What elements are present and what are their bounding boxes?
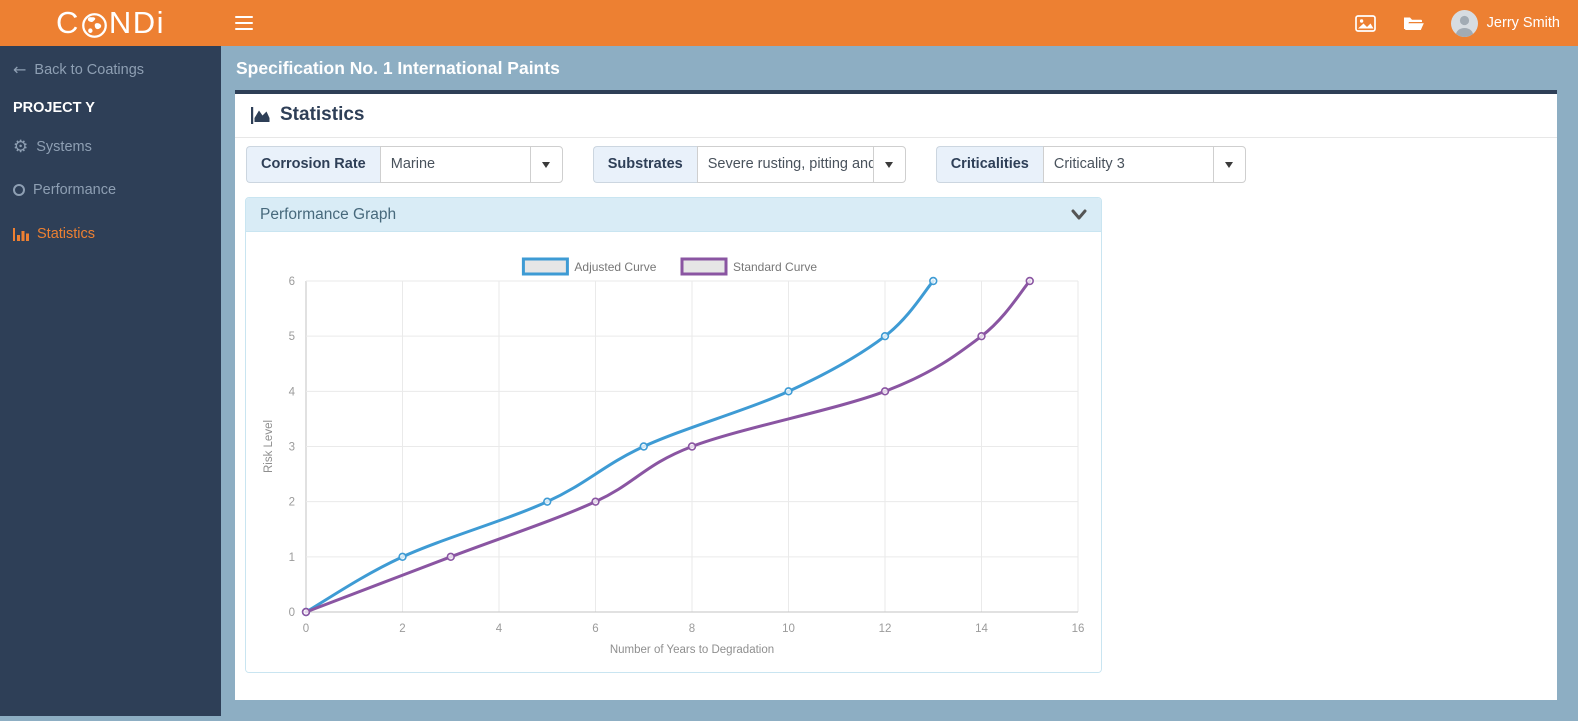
svg-text:16: 16 [1072,623,1085,635]
statistics-card: Statistics Corrosion Rate Marine Substra… [235,90,1557,700]
sidebar-item-label: Performance [33,182,117,198]
legend-item[interactable]: Standard Curve [680,257,817,276]
svg-text:6: 6 [592,623,598,635]
gear-icon: ⚙ [13,136,29,157]
performance-graph-panel: Performance Graph 0 2 4 6 8 10 12 14 16 0 1 2 3 4 5 6 Nu… [245,197,1102,673]
criticalities-select[interactable]: Criticality 3 [1042,146,1213,183]
svg-text:2: 2 [289,497,295,509]
svg-text:3: 3 [289,442,295,454]
svg-text:6: 6 [289,276,295,288]
svg-text:12: 12 [879,623,892,635]
svg-text:0: 0 [303,623,309,635]
logo-text-suffix: NDi [108,5,166,40]
performance-chart: 0 2 4 6 8 10 12 14 160123456Number of Years to D… [263,257,1085,656]
arrow-left-icon: ← [13,60,27,79]
sidebar-item-label: Statistics [37,226,96,242]
filter-label: Substrates [592,146,697,183]
filter-group-substrates: Substrates Severe rusting, pitting and c [592,146,906,183]
filter-group-corrosion-rate: Corrosion Rate Marine [246,146,563,183]
sidebar-item-systems[interactable]: ⚙ Systems [13,137,208,157]
sidebar-item-label: Systems [36,139,92,155]
app-root: C NDi Jerry Smith ← Back to Coatings PRO… [0,0,1578,721]
user-avatar [1450,9,1478,37]
main-content: Specification No. 1 International Paints… [221,46,1578,721]
bar-chart-icon [13,227,29,242]
svg-text:Adjusted Curve: Adjusted Curve [574,260,656,274]
filter-group-criticalities: Criticalities Criticality 3 [935,146,1246,183]
person-icon [1455,15,1474,37]
user-name: Jerry Smith [1486,15,1560,31]
back-to-coatings-link[interactable]: ← Back to Coatings [13,60,208,80]
svg-text:Risk Level: Risk Level [263,420,275,473]
svg-text:4: 4 [496,623,503,635]
back-link-label: Back to Coatings [34,62,145,78]
logo-text-prefix: C [55,5,80,40]
dropdown-button[interactable] [529,146,563,183]
caret-down-icon [885,161,894,168]
svg-text:14: 14 [975,623,988,635]
panel-header[interactable]: Performance Graph [246,198,1101,232]
page-title: Specification No. 1 International Paints [236,58,560,78]
svg-text:10: 10 [782,623,795,635]
svg-text:Number of Years to Degradation: Number of Years to Degradation [610,644,774,656]
caret-down-icon [1225,161,1234,168]
svg-text:5: 5 [289,331,295,343]
project-title: PROJECT Y [13,100,95,116]
panel-title: Performance Graph [260,205,397,223]
svg-text:1: 1 [289,552,295,564]
hamburger-menu-icon[interactable] [235,15,253,31]
sidebar: ← Back to Coatings PROJECT Y ⚙ Systems P… [0,46,221,716]
filter-label: Criticalities [935,146,1043,183]
app-logo[interactable]: C NDi [0,5,221,41]
caret-down-icon [542,161,551,168]
svg-text:0: 0 [289,607,295,619]
chevron-down-icon[interactable] [1071,209,1087,221]
sidebar-item-performance[interactable]: Performance [13,180,208,200]
area-chart-icon [250,106,271,125]
circle-icon [13,184,25,196]
filter-label: Corrosion Rate [246,146,380,183]
legend-item[interactable]: Adjusted Curve [521,257,657,276]
folder-open-icon[interactable] [1403,15,1424,31]
dropdown-button[interactable] [872,146,906,183]
globe-icon [81,12,108,39]
svg-text:4: 4 [289,386,296,398]
image-icon[interactable] [1354,14,1376,32]
card-header: Statistics [235,94,1557,138]
filters-row: Corrosion Rate Marine Substrates Severe … [235,138,1557,183]
panel-body: 0 2 4 6 8 10 12 14 16 0 1 2 3 4 5 6 Number of Years to D… [246,232,1101,672]
dropdown-button[interactable] [1212,146,1246,183]
card-title: Statistics [280,104,365,125]
sidebar-item-statistics[interactable]: Statistics [13,224,208,244]
corrosion-rate-select[interactable]: Marine [379,146,530,183]
svg-text:Standard Curve: Standard Curve [733,260,817,274]
app-header: C NDi Jerry Smith [0,0,1578,46]
svg-text:8: 8 [689,623,695,635]
header-actions: Jerry Smith [1354,9,1578,37]
user-menu[interactable]: Jerry Smith [1450,9,1560,37]
svg-text:2: 2 [399,623,405,635]
substrates-select[interactable]: Severe rusting, pitting and c [696,146,873,183]
